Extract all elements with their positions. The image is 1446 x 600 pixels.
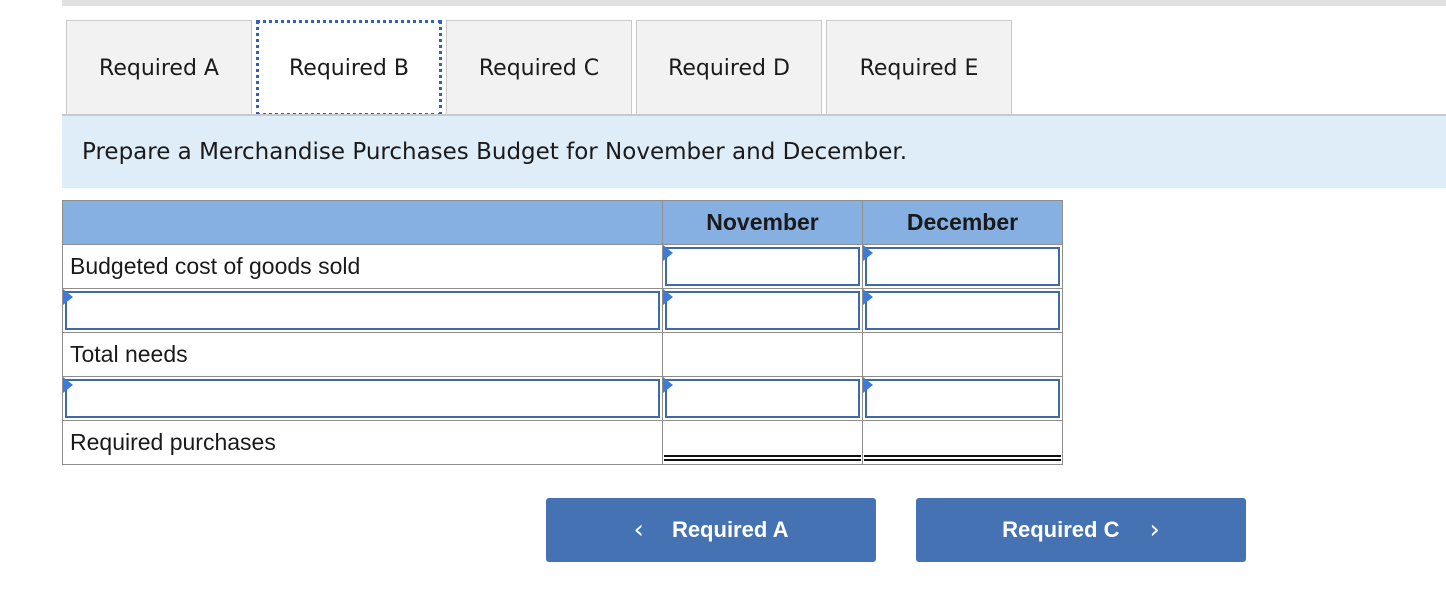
header-november: November xyxy=(662,200,863,245)
dropdown-flag-icon xyxy=(863,377,873,393)
dropdown-flag-icon xyxy=(663,289,673,305)
double-underline xyxy=(664,455,861,461)
table-header-row: November December xyxy=(62,200,1063,245)
dropdown-flag-icon xyxy=(63,289,73,305)
december-cell xyxy=(862,244,1063,289)
row-label-input[interactable] xyxy=(67,381,658,416)
table-row: Total needs xyxy=(62,332,1063,377)
row-label: Budgeted cost of goods sold xyxy=(62,244,663,289)
label-cell xyxy=(62,288,663,333)
november-cell xyxy=(662,244,863,289)
chevron-right-icon: › xyxy=(1149,515,1160,545)
dropdown-flag-icon xyxy=(863,289,873,305)
tab-required-d[interactable]: Required D xyxy=(636,20,822,115)
tab-required-c[interactable]: Required C xyxy=(446,20,632,115)
november-input[interactable] xyxy=(667,293,858,328)
chevron-left-icon: ‹ xyxy=(633,515,644,545)
december-input[interactable] xyxy=(867,293,1058,328)
prev-required-a-button[interactable]: ‹ Required A xyxy=(546,498,876,562)
dropdown-flag-icon xyxy=(63,377,73,393)
december-cell xyxy=(862,376,1063,421)
table-row xyxy=(62,376,1063,421)
header-label-column xyxy=(62,200,663,245)
tab-required-b[interactable]: Required B xyxy=(256,20,442,116)
december-total xyxy=(862,420,1063,465)
tab-bar: Required A Required B Required C Require… xyxy=(66,20,1016,116)
next-required-c-button[interactable]: Required C › xyxy=(916,498,1246,562)
november-value xyxy=(662,332,863,377)
dropdown-flag-icon xyxy=(863,245,873,261)
double-underline xyxy=(864,455,1061,461)
dropdown-flag-icon xyxy=(663,245,673,261)
label-cell xyxy=(62,376,663,421)
december-cell xyxy=(862,288,1063,333)
december-input[interactable] xyxy=(867,249,1058,284)
prev-button-label: Required A xyxy=(671,517,789,542)
table-row xyxy=(62,288,1063,333)
november-input[interactable] xyxy=(667,381,858,416)
november-total xyxy=(662,420,863,465)
december-input[interactable] xyxy=(867,381,1058,416)
row-label-input[interactable] xyxy=(67,293,658,328)
december-value xyxy=(862,332,1063,377)
tab-required-a[interactable]: Required A xyxy=(66,20,252,115)
november-input[interactable] xyxy=(667,249,858,284)
table-row: Budgeted cost of goods sold xyxy=(62,244,1063,289)
top-divider xyxy=(62,0,1446,6)
row-label: Total needs xyxy=(62,332,663,377)
november-cell xyxy=(662,376,863,421)
dropdown-flag-icon xyxy=(663,377,673,393)
row-label: Required purchases xyxy=(62,420,663,465)
table-row: Required purchases xyxy=(62,420,1063,465)
instruction-banner: Prepare a Merchandise Purchases Budget f… xyxy=(62,116,1446,188)
purchases-budget-table: November December Budgeted cost of goods… xyxy=(62,200,1063,465)
header-december: December xyxy=(862,200,1063,245)
november-cell xyxy=(662,288,863,333)
next-button-label: Required C xyxy=(1002,517,1120,542)
tab-required-e[interactable]: Required E xyxy=(826,20,1012,115)
instruction-text: Prepare a Merchandise Purchases Budget f… xyxy=(82,139,908,165)
